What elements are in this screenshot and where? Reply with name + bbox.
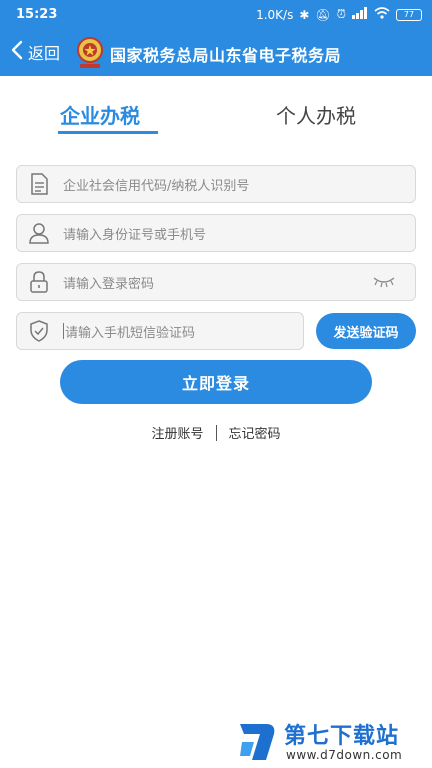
app-header: 返回 国家税务总局山东省电子税务局 (0, 30, 432, 76)
d7down-logo-icon (236, 720, 278, 764)
status-time: 15:23 (16, 7, 58, 22)
shield-icon (27, 319, 51, 343)
credit-code-field[interactable]: 企业社会信用代码/纳税人识别号 (16, 165, 416, 203)
wifi-icon (374, 7, 390, 22)
tab-personal[interactable]: 个人办税 (276, 100, 356, 130)
back-label: 返回 (28, 44, 61, 63)
tax-emblem-icon (74, 36, 106, 70)
link-divider (215, 424, 217, 441)
forgot-password-link[interactable]: 忘记密码 (229, 423, 281, 442)
credit-code-placeholder: 企业社会信用代码/纳税人识别号 (63, 178, 250, 194)
signal-icon (352, 7, 368, 22)
password-placeholder: 请输入登录密码 (63, 276, 155, 292)
bluetooth-icon: ✱ (299, 7, 310, 22)
sms-code-field[interactable]: 请输入手机短信验证码 (16, 312, 304, 350)
tab-enterprise[interactable]: 企业办税 (60, 100, 140, 130)
register-link[interactable]: 注册账号 (151, 423, 203, 442)
lock-icon (27, 270, 51, 294)
id-phone-placeholder: 请输入身份证号或手机号 (63, 227, 207, 243)
sms-code-placeholder: 请输入手机短信验证码 (65, 325, 196, 341)
watermark: 第七下载站 www.d7down.com (236, 718, 432, 768)
user-icon (27, 221, 51, 245)
status-icons: 1.0K/s ✱ 🔕︎ ⏰︎ 77 (256, 7, 422, 22)
page-title: 国家税务总局山东省电子税务局 (110, 46, 342, 65)
login-button[interactable]: 立即登录 (60, 360, 372, 404)
chevron-left-icon (10, 40, 24, 64)
document-icon (27, 172, 51, 196)
send-code-button[interactable]: 发送验证码 (316, 313, 416, 349)
watermark-url: www.d7down.com (286, 748, 403, 762)
status-bar: 15:23 1.0K/s ✱ 🔕︎ ⏰︎ 77 (0, 0, 432, 30)
active-tab-indicator (58, 131, 158, 134)
id-phone-field[interactable]: 请输入身份证号或手机号 (16, 214, 416, 252)
watermark-title: 第七下载站 (284, 724, 400, 749)
alarm-icon: ⏰︎ (336, 7, 346, 21)
account-links: 注册账号 忘记密码 (0, 423, 432, 442)
eye-closed-icon[interactable] (373, 274, 395, 293)
mute-icon: 🔕︎ (315, 7, 331, 22)
net-speed: 1.0K/s (256, 7, 294, 22)
text-cursor (63, 323, 64, 339)
back-button[interactable]: 返回 (10, 40, 60, 64)
password-field[interactable]: 请输入登录密码 (16, 263, 416, 301)
battery-icon: 77 (396, 8, 422, 21)
